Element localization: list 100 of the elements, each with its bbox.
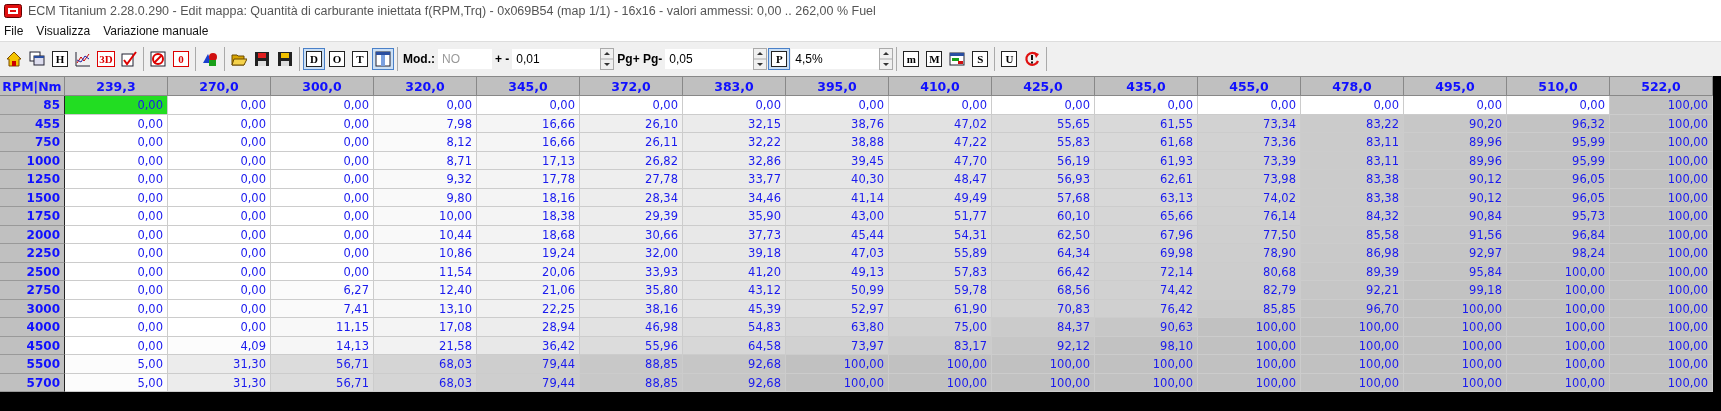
table-cell[interactable]: 35,90: [683, 207, 786, 226]
table-cell[interactable]: 100,00: [992, 355, 1095, 374]
table-cell[interactable]: 63,80: [786, 318, 889, 337]
table-cell[interactable]: 6,27: [271, 281, 374, 300]
table-cell[interactable]: 0,00: [1301, 96, 1404, 115]
table-cell[interactable]: 83,38: [1301, 170, 1404, 189]
table-cell[interactable]: 100,00: [1095, 355, 1198, 374]
toolbar-button[interactable]: T: [349, 48, 371, 70]
table-cell[interactable]: 17,78: [477, 170, 580, 189]
table-cell[interactable]: 17,08: [374, 318, 477, 337]
table-cell[interactable]: 54,83: [683, 318, 786, 337]
table-cell[interactable]: 0,00: [992, 96, 1095, 115]
table-cell[interactable]: 60,10: [992, 207, 1095, 226]
table-cell[interactable]: 0,00: [168, 318, 271, 337]
table-cell[interactable]: 96,05: [1507, 170, 1610, 189]
table-cell[interactable]: 75,00: [889, 318, 992, 337]
table-cell[interactable]: 5,00: [65, 355, 168, 374]
table-cell[interactable]: 95,99: [1507, 133, 1610, 152]
table-cell[interactable]: 35,80: [580, 281, 683, 300]
table-cell[interactable]: 0,00: [271, 170, 374, 189]
table-cell[interactable]: 16,66: [477, 133, 580, 152]
table-cell[interactable]: 79,44: [477, 355, 580, 374]
table-cell[interactable]: 89,96: [1404, 133, 1507, 152]
table-cell[interactable]: 100,00: [786, 355, 889, 374]
table-cell[interactable]: 0,00: [65, 281, 168, 300]
table-cell[interactable]: 62,61: [1095, 170, 1198, 189]
table-cell[interactable]: 0,00: [271, 207, 374, 226]
table-cell[interactable]: 0,00: [168, 133, 271, 152]
toolbar-button[interactable]: H: [49, 48, 71, 70]
table-cell[interactable]: 27,78: [580, 170, 683, 189]
table-cell[interactable]: 92,97: [1404, 244, 1507, 263]
table-cell[interactable]: 56,71: [271, 355, 374, 374]
table-cell[interactable]: 0,00: [168, 281, 271, 300]
table-cell[interactable]: 95,73: [1507, 207, 1610, 226]
table-cell[interactable]: 51,77: [889, 207, 992, 226]
table-cell[interactable]: 0,00: [168, 96, 271, 115]
table-cell[interactable]: 98,24: [1507, 244, 1610, 263]
table-cell[interactable]: 0,00: [168, 244, 271, 263]
table-cell[interactable]: 47,22: [889, 133, 992, 152]
table-cell[interactable]: 68,03: [374, 355, 477, 374]
table-cell[interactable]: 65,66: [1095, 207, 1198, 226]
table-cell[interactable]: 38,88: [786, 133, 889, 152]
table-cell[interactable]: 90,63: [1095, 318, 1198, 337]
table-cell[interactable]: 73,36: [1198, 133, 1301, 152]
table-cell[interactable]: 73,98: [1198, 170, 1301, 189]
table-cell[interactable]: 69,98: [1095, 244, 1198, 263]
table-cell[interactable]: 0,00: [65, 96, 168, 115]
table-cell[interactable]: 40,30: [786, 170, 889, 189]
toolbar-button[interactable]: 0: [170, 48, 192, 70]
table-cell[interactable]: 50,99: [786, 281, 889, 300]
table-cell[interactable]: 100,00: [1610, 244, 1713, 263]
table-cell[interactable]: 82,79: [1198, 281, 1301, 300]
table-cell[interactable]: 74,42: [1095, 281, 1198, 300]
table-cell[interactable]: 100,00: [1404, 318, 1507, 337]
table-cell[interactable]: 56,93: [992, 170, 1095, 189]
table-cell[interactable]: 33,77: [683, 170, 786, 189]
table-cell[interactable]: 12,40: [374, 281, 477, 300]
spinner-icon[interactable]: [879, 48, 894, 70]
toolbar-button[interactable]: [372, 48, 394, 70]
table-cell[interactable]: 84,32: [1301, 207, 1404, 226]
table-cell[interactable]: 0,00: [271, 244, 374, 263]
table-cell[interactable]: 0,00: [374, 96, 477, 115]
menu-item[interactable]: Visualizza: [36, 24, 91, 38]
table-cell[interactable]: 76,14: [1198, 207, 1301, 226]
table-cell[interactable]: 0,00: [477, 96, 580, 115]
table-cell[interactable]: 0,00: [65, 170, 168, 189]
table-cell[interactable]: 90,84: [1404, 207, 1507, 226]
table-cell[interactable]: 61,68: [1095, 133, 1198, 152]
table-cell[interactable]: 32,22: [683, 133, 786, 152]
table-cell[interactable]: 100,00: [1610, 133, 1713, 152]
table-cell[interactable]: 48,47: [889, 170, 992, 189]
table-cell[interactable]: 100,00: [1610, 281, 1713, 300]
number-field[interactable]: 4,5%: [791, 49, 880, 69]
table-cell[interactable]: 21,06: [477, 281, 580, 300]
table-cell[interactable]: 92,21: [1301, 281, 1404, 300]
table-cell[interactable]: 92,68: [683, 355, 786, 374]
table-cell[interactable]: 0,00: [65, 318, 168, 337]
table-cell[interactable]: 26,11: [580, 133, 683, 152]
table-cell[interactable]: 83,11: [1301, 133, 1404, 152]
table-cell[interactable]: 0,00: [1095, 96, 1198, 115]
table-cell[interactable]: 100,00: [1198, 318, 1301, 337]
table-cell[interactable]: 0,00: [168, 207, 271, 226]
table-cell[interactable]: 0,00: [683, 96, 786, 115]
table-cell[interactable]: 19,24: [477, 244, 580, 263]
table-cell[interactable]: 0,00: [65, 244, 168, 263]
table-cell[interactable]: 100,00: [1507, 318, 1610, 337]
table-cell[interactable]: 0,00: [1198, 96, 1301, 115]
table-cell[interactable]: 0,00: [271, 133, 374, 152]
table-cell[interactable]: 0,00: [1507, 96, 1610, 115]
table-cell[interactable]: 0,00: [65, 133, 168, 152]
table-cell[interactable]: 100,00: [1610, 96, 1713, 115]
menu-item[interactable]: File: [4, 24, 24, 38]
table-cell[interactable]: 59,78: [889, 281, 992, 300]
table-cell[interactable]: 99,18: [1404, 281, 1507, 300]
spinner-icon[interactable]: [600, 48, 615, 70]
table-cell[interactable]: 0,00: [786, 96, 889, 115]
menu-item[interactable]: Variazione manuale: [103, 24, 209, 38]
table-cell[interactable]: 31,30: [168, 355, 271, 374]
table-cell[interactable]: 10,00: [374, 207, 477, 226]
table-cell[interactable]: 100,00: [1507, 281, 1610, 300]
